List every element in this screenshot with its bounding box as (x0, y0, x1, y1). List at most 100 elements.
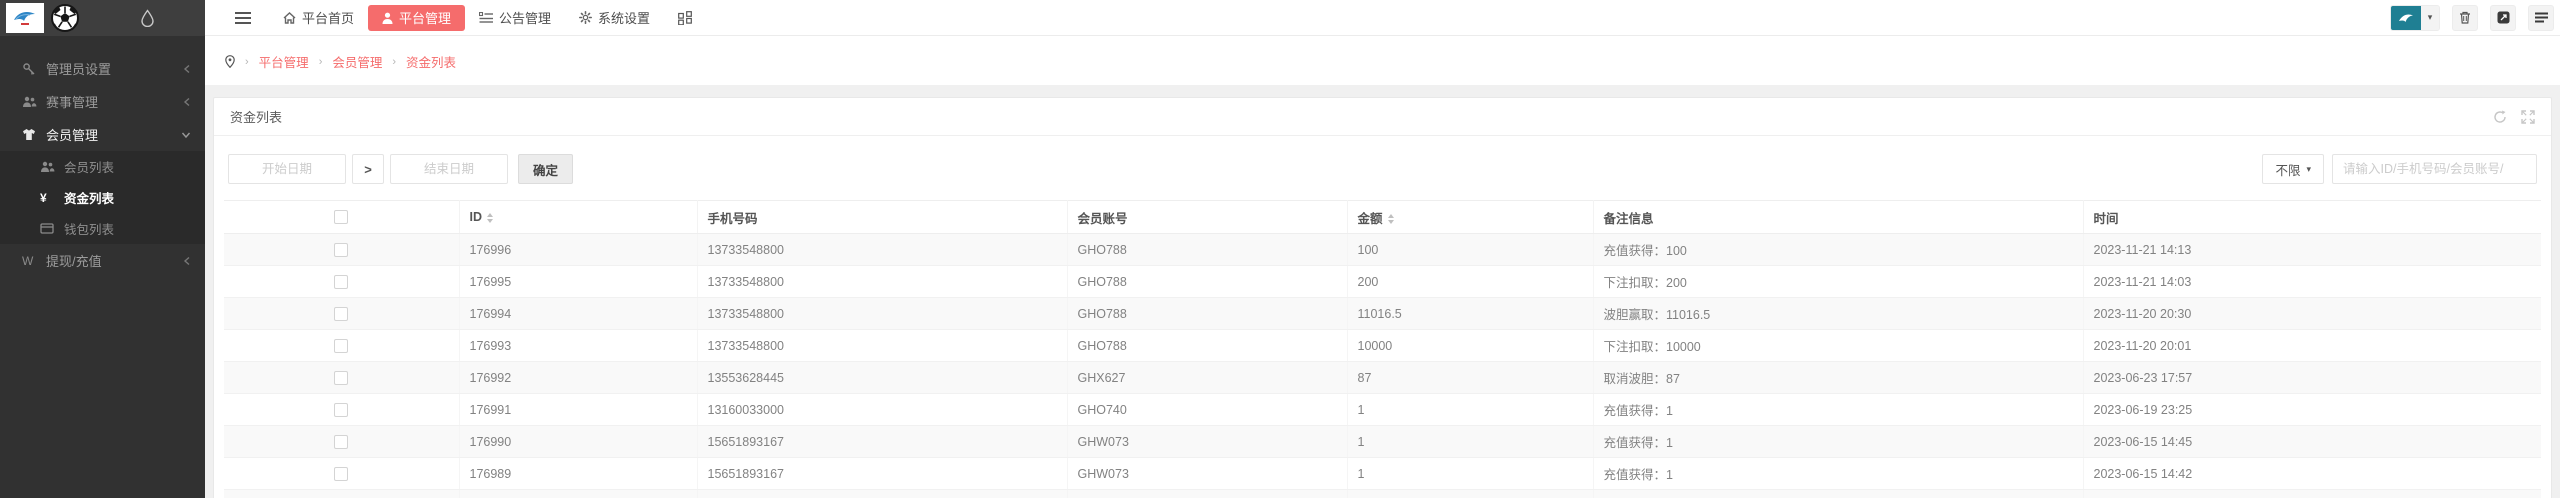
search-input[interactable] (2332, 154, 2537, 184)
column-header-id[interactable]: ID (459, 200, 698, 234)
page-title: 资金列表 (230, 110, 283, 125)
start-date-input[interactable] (228, 154, 346, 184)
column-header-remark: 备注信息 (1593, 200, 2084, 234)
row-phone: 13733548800 (697, 233, 1068, 266)
log-list-button[interactable] (2528, 4, 2554, 31)
refresh-icon[interactable] (2493, 110, 2507, 124)
chevron-left-icon (183, 97, 191, 107)
row-account: GHO788 (1067, 297, 1348, 330)
sidebar-item-funds-list[interactable]: ¥ 资金列表 (0, 182, 205, 213)
users-icon (40, 160, 64, 173)
chevron-left-icon (183, 64, 191, 74)
row-account: GHO788 (1067, 233, 1348, 266)
apps-grid-icon[interactable] (678, 10, 692, 25)
lines-icon (2534, 12, 2548, 23)
nav-item-system-settings[interactable]: 系统设置 (565, 5, 664, 31)
droplet-icon[interactable] (140, 9, 155, 27)
row-time: 2023-06-15 14:40 (2083, 489, 2541, 498)
funds-table: ID 手机号码 会员账号 金额 备注信息 时间 176996 137335488… (224, 200, 2541, 498)
breadcrumb-separator: › (318, 55, 323, 68)
row-checkbox[interactable] (334, 338, 349, 353)
key-icon (22, 62, 46, 76)
row-id: 176996 (459, 233, 698, 266)
row-account: GHW073 (1067, 457, 1348, 490)
card-body: > 确定 不限 ▾ (214, 136, 2551, 498)
row-remark: 充值获得：1 (1593, 489, 2084, 498)
breadcrumb-funds-list[interactable]: 资金列表 (406, 52, 456, 71)
main-area: 平台首页 平台管理 公告管理 系统设置 ▾ › 平台管理 › 会员管理 › 资金… (205, 0, 2560, 498)
user-icon (382, 12, 393, 24)
type-filter-dropdown[interactable]: 不限 ▾ (2262, 154, 2324, 184)
row-phone: 13553628445 (697, 361, 1068, 394)
caret-down-icon: ▾ (2421, 5, 2439, 30)
sidebar-item-label: 赛事管理 (46, 95, 99, 110)
row-checkbox[interactable] (334, 274, 349, 289)
column-header-amount[interactable]: 金额 (1347, 200, 1594, 234)
row-time: 2023-11-21 14:03 (2083, 265, 2541, 298)
chevron-left-icon (183, 256, 191, 266)
row-account: GHO788 (1067, 265, 1348, 298)
breadcrumb-platform-management[interactable]: 平台管理 (259, 52, 309, 71)
table-row: 176992 13553628445 GHX627 87 取消波胆：87 202… (224, 361, 2541, 394)
team-icon (22, 95, 46, 108)
row-phone: 13733548800 (697, 265, 1068, 298)
trash-button[interactable] (2452, 4, 2478, 31)
row-checkbox[interactable] (334, 434, 349, 449)
row-select-cell (224, 489, 460, 498)
row-checkbox[interactable] (334, 242, 349, 257)
row-phone: 15651893167 (697, 425, 1068, 458)
row-phone: 15651893167 (697, 457, 1068, 490)
row-remark: 充值获得：1 (1593, 457, 2084, 490)
type-filter-label: 不限 (2275, 163, 2301, 178)
nav-item-platform-management[interactable]: 平台管理 (368, 4, 466, 31)
table-row: 176996 13733548800 GHO788 100 充值获得：100 2… (224, 233, 2541, 266)
breadcrumb-member-management[interactable]: 会员管理 (332, 52, 382, 71)
row-id: 176994 (459, 297, 698, 330)
row-checkbox[interactable] (334, 306, 349, 321)
sidebar-item-member-list[interactable]: 会员列表 (0, 151, 205, 182)
fullscreen-icon[interactable] (2521, 109, 2535, 124)
sidebar-item-events[interactable]: 赛事管理 (0, 85, 205, 118)
nav-item-notice-management[interactable]: 公告管理 (465, 5, 565, 31)
sidebar-menu: 管理员设置 赛事管理 会员管理 会员列表 ¥ 资金列表 钱包列表 W 提现/充值 (0, 36, 205, 277)
breadcrumb-separator: › (245, 55, 249, 68)
row-phone: 13733548800 (697, 297, 1068, 330)
row-amount: 11016.5 (1347, 297, 1594, 330)
row-account: GHO740 (1067, 393, 1348, 426)
sort-icon[interactable] (1387, 214, 1394, 225)
row-phone: 13160033000 (697, 393, 1068, 426)
confirm-button[interactable]: 确定 (518, 154, 574, 184)
sidebar-item-withdraw-recharge[interactable]: W 提现/充值 (0, 244, 205, 277)
funds-card: 资金列表 > 确定 (213, 97, 2552, 498)
nav-item-platform-home[interactable]: 平台首页 (269, 5, 368, 31)
row-checkbox[interactable] (334, 466, 349, 481)
sidebar-toggle-icon[interactable] (235, 11, 251, 24)
row-time: 2023-11-21 14:13 (2083, 233, 2541, 266)
row-remark: 充值获得：1 (1593, 425, 2084, 458)
sidebar-item-wallet-list[interactable]: 钱包列表 (0, 213, 205, 244)
row-phone: 13733548800 (697, 329, 1068, 362)
row-select-cell (224, 329, 460, 362)
top-navbar: 平台首页 平台管理 公告管理 系统设置 ▾ (205, 0, 2560, 36)
card-header: 资金列表 (214, 98, 2551, 136)
date-range-separator-button[interactable]: > (352, 154, 384, 184)
withdraw-icon: W (22, 253, 34, 268)
row-checkbox[interactable] (334, 402, 349, 417)
table-row: 176995 13733548800 GHO788 200 下注扣取：200 2… (224, 265, 2541, 298)
brand-logo[interactable] (6, 3, 44, 33)
sidebar-item-label: 提现/充值 (46, 254, 102, 269)
navbar-right-tools: ▾ (2390, 4, 2554, 31)
select-all-checkbox[interactable] (334, 210, 349, 225)
sidebar-item-label: 资金列表 (64, 192, 115, 206)
content-area: 资金列表 > 确定 (205, 85, 2560, 498)
open-external-button[interactable] (2490, 4, 2516, 31)
sidebar-item-members[interactable]: 会员管理 (0, 118, 205, 151)
row-checkbox[interactable] (334, 370, 349, 385)
end-date-input[interactable] (390, 154, 508, 184)
row-select-cell (224, 393, 460, 426)
row-id: 176988 (459, 489, 698, 498)
row-amount: 100 (1347, 233, 1594, 266)
sidebar-item-admin-settings[interactable]: 管理员设置 (0, 52, 205, 85)
theme-split-button[interactable]: ▾ (2390, 4, 2440, 31)
sort-icon[interactable] (487, 212, 493, 223)
